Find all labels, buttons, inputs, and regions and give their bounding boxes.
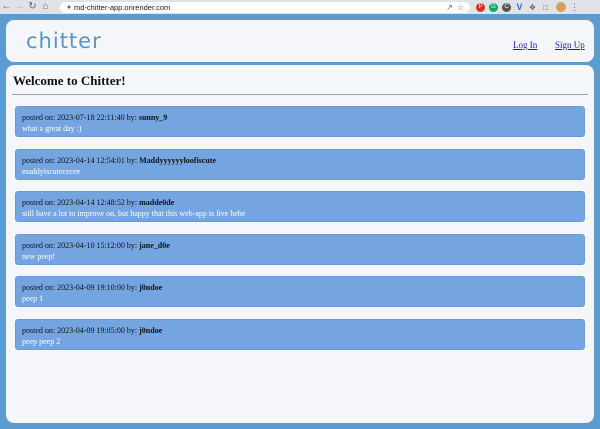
posted-on-label: posted on: <box>22 241 56 250</box>
signup-link[interactable]: Sign Up <box>555 40 585 50</box>
bookmark-star-icon[interactable]: ☆ <box>457 3 464 12</box>
share-icon[interactable]: ↗ <box>446 3 453 12</box>
extension-icon[interactable]: C <box>502 2 511 12</box>
by-label: by: <box>126 113 137 122</box>
posted-on-label: posted on: <box>22 113 56 122</box>
by-label: by: <box>126 283 138 292</box>
peep-username: sunny_9 <box>138 113 168 122</box>
peep-text: what a great day :) <box>22 124 82 133</box>
title-divider <box>12 94 588 95</box>
posted-on-label: posted on: <box>22 156 56 165</box>
extensions-puzzle-icon[interactable]: ❖ <box>528 3 537 12</box>
peep-text: peep peep 2 <box>22 337 61 346</box>
back-icon[interactable]: ← <box>0 1 13 13</box>
peep-card: posted on: 2023-04-09 19:05:00 by: j0ndo… <box>15 319 585 350</box>
peep-text: still have a lot to improve on, but happ… <box>22 209 246 218</box>
peep-username: j0ndoe <box>139 283 163 292</box>
v-extension-icon[interactable]: V <box>515 2 524 12</box>
by-label: by: <box>126 156 138 165</box>
by-label: by: <box>126 198 138 207</box>
peep-timestamp: 2023-04-14 12:48:52 <box>57 198 125 207</box>
peep-card: posted on: 2023-04-09 19:10:00 by: j0ndo… <box>15 276 585 307</box>
peep-timestamp: 2023-04-09 19:05:00 <box>57 326 125 335</box>
peep-card: posted on: 2023-04-14 12:48:52 by: madde… <box>15 191 585 222</box>
login-link[interactable]: Log In <box>513 40 537 50</box>
site-header: chitter Log In Sign Up <box>6 20 594 62</box>
profile-avatar[interactable] <box>556 2 566 12</box>
by-label: by: <box>126 326 138 335</box>
peep-username: Maddyyyyyyloofiscute <box>139 156 217 165</box>
peep-text: peep 1 <box>22 294 44 303</box>
browser-toolbar: ← → ↻ ⌂ ● md-chitter-app.onrender.com ↗ … <box>0 0 600 14</box>
peep-timestamp: 2023-04-14 12:54:01 <box>57 156 125 165</box>
grammarly-extension-icon[interactable]: G <box>489 2 498 12</box>
peep-meta: posted on: 2023-04-09 19:10:00 by: j0ndo… <box>22 283 162 292</box>
posted-on-label: posted on: <box>22 326 56 335</box>
peep-meta: posted on: 2023-07-18 22:11:40 by: sunny… <box>22 113 167 122</box>
peep-card: posted on: 2023-04-14 12:54:01 by: Maddy… <box>15 149 585 180</box>
browser-menu-icon[interactable]: ⋮ <box>570 2 579 13</box>
pinterest-extension-icon[interactable]: P <box>476 2 485 12</box>
peep-meta: posted on: 2023-04-14 12:48:52 by: madde… <box>22 198 174 207</box>
url-text: md-chitter-app.onrender.com <box>74 2 171 12</box>
peep-card: posted on: 2023-04-10 15:12:00 by: jane_… <box>15 234 585 265</box>
peep-meta: posted on: 2023-04-09 19:05:00 by: j0ndo… <box>22 326 162 335</box>
page-title: Welcome to Chitter! <box>13 73 126 88</box>
reload-icon[interactable]: ↻ <box>26 1 39 13</box>
peep-username: jane_d0e <box>139 241 170 250</box>
peep-timestamp: 2023-04-09 19:10:00 <box>57 283 125 292</box>
peep-username: j0ndoe <box>139 326 163 335</box>
posted-on-label: posted on: <box>22 198 56 207</box>
peep-meta: posted on: 2023-04-10 15:12:00 by: jane_… <box>22 241 170 250</box>
peep-card: posted on: 2023-07-18 22:11:40 by: sunny… <box>15 106 585 137</box>
peep-text: new peep! <box>22 252 56 261</box>
forward-icon[interactable]: → <box>13 1 26 13</box>
by-label: by: <box>126 241 138 250</box>
chitter-logo[interactable]: chitter <box>26 29 102 53</box>
peep-text: maddyiscutececee <box>22 167 81 176</box>
posted-on-label: posted on: <box>22 283 56 292</box>
peep-timestamp: 2023-07-18 22:11:40 <box>57 113 125 122</box>
peep-meta: posted on: 2023-04-14 12:54:01 by: Maddy… <box>22 156 216 165</box>
peep-timestamp: 2023-04-10 15:12:00 <box>57 241 125 250</box>
peeps-panel: Welcome to Chitter! posted on: 2023-07-1… <box>6 65 594 423</box>
lock-icon: ● <box>66 3 72 11</box>
home-icon[interactable]: ⌂ <box>39 1 52 13</box>
peep-username: madde0de <box>139 198 175 207</box>
side-panel-icon[interactable]: □ <box>541 3 550 12</box>
address-bar[interactable]: ● md-chitter-app.onrender.com ↗ ☆ <box>60 1 470 13</box>
page: chitter Log In Sign Up Welcome to Chitte… <box>0 14 600 429</box>
